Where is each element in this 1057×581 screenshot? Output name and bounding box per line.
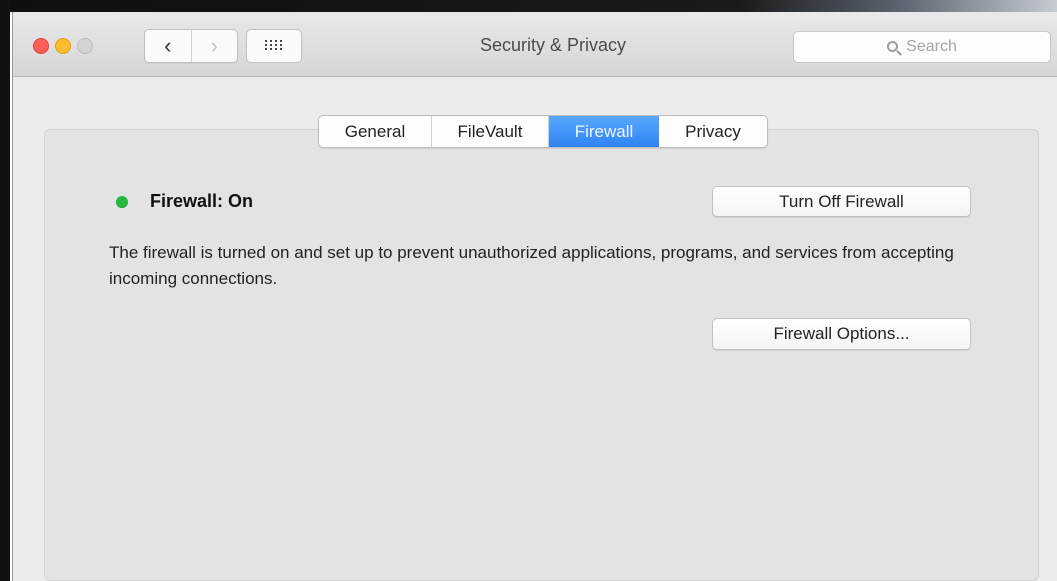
desktop-background-top	[0, 0, 1057, 12]
screenshot-frame: ‹ › Security & Privacy Search General Fi…	[0, 0, 1057, 581]
tab-filevault[interactable]: FileVault	[432, 116, 549, 147]
navigation-buttons: ‹ ›	[144, 29, 238, 63]
zoom-window-button[interactable]	[77, 38, 93, 54]
minimize-window-button[interactable]	[55, 38, 71, 54]
search-placeholder: Search	[906, 38, 957, 55]
turn-off-firewall-button[interactable]: Turn Off Firewall	[712, 186, 971, 217]
firewall-options-button[interactable]: Firewall Options...	[712, 318, 971, 350]
preference-tabs: General FileVault Firewall Privacy	[318, 115, 768, 148]
chevron-right-icon: ›	[210, 33, 218, 58]
chevron-left-icon: ‹	[164, 33, 172, 58]
back-button[interactable]: ‹	[145, 30, 192, 62]
window-title: Security & Privacy	[479, 35, 627, 55]
tab-general[interactable]: General	[319, 116, 432, 147]
security-privacy-window: ‹ › Security & Privacy Search General Fi…	[12, 12, 1057, 581]
tab-privacy[interactable]: Privacy	[659, 116, 767, 147]
grid-icon	[265, 40, 283, 52]
close-window-button[interactable]	[33, 38, 49, 54]
desktop-background-left	[0, 0, 10, 581]
firewall-status: Firewall: On	[116, 191, 253, 212]
show-all-button[interactable]	[246, 29, 302, 63]
window-titlebar: ‹ › Security & Privacy Search	[13, 12, 1057, 77]
firewall-status-label: Firewall: On	[150, 191, 254, 211]
forward-button[interactable]: ›	[192, 30, 238, 62]
search-field[interactable]: Search	[793, 31, 1051, 63]
firewall-description: The firewall is turned on and set up to …	[109, 243, 954, 288]
tab-firewall[interactable]: Firewall	[549, 116, 659, 147]
search-icon	[887, 40, 899, 52]
status-indicator-icon	[116, 195, 128, 208]
